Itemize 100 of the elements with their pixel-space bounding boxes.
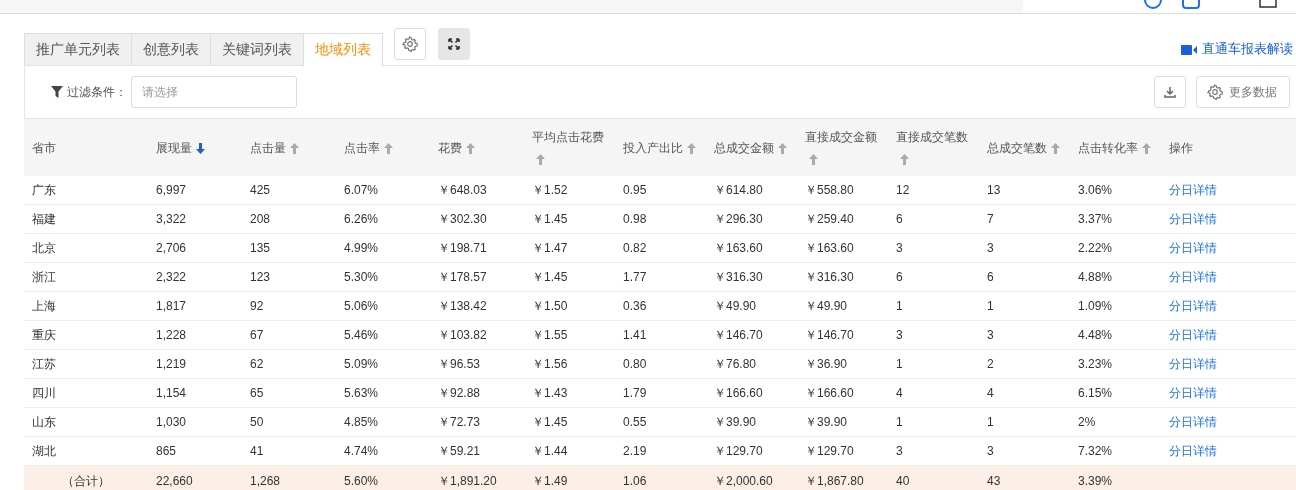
table-cell: 67: [250, 328, 264, 342]
table-cell: 6.26%: [344, 212, 379, 226]
sort-up-icon[interactable]: [1051, 142, 1060, 154]
daily-detail-link[interactable]: 分日详情: [1169, 385, 1217, 400]
table-cell: 1.41: [623, 328, 647, 342]
table-cell: 1,219: [156, 357, 187, 371]
sort-up-icon[interactable]: [778, 142, 787, 154]
table-cell: 江苏: [32, 356, 56, 371]
table-cell: 湖北: [32, 443, 56, 458]
column-header[interactable]: 直接成交笔数: [896, 129, 968, 144]
table-cell: 5.63%: [344, 386, 379, 400]
daily-detail-link[interactable]: 分日详情: [1169, 240, 1217, 255]
table-cell: ￥36.90: [805, 356, 848, 371]
daily-detail-link[interactable]: 分日详情: [1169, 269, 1217, 284]
daily-detail-link[interactable]: 分日详情: [1169, 356, 1217, 371]
table-cell: ￥103.82: [438, 327, 487, 342]
table-cell: ￥163.60: [805, 240, 854, 255]
sort-up-icon[interactable]: [1142, 142, 1151, 154]
sort-up-icon[interactable]: [466, 142, 475, 154]
table-cell: 4.88%: [1078, 270, 1113, 284]
daily-detail-link[interactable]: 分日详情: [1169, 298, 1217, 313]
column-header[interactable]: 总成交金额: [714, 140, 774, 155]
sort-up-icon[interactable]: [687, 142, 696, 154]
table-cell: 上海: [32, 298, 56, 313]
sort-up-icon[interactable]: [900, 153, 909, 165]
table-cell: 4.99%: [344, 241, 379, 255]
table-cell: 208: [250, 212, 271, 226]
daily-detail-link[interactable]: 分日详情: [1169, 443, 1217, 458]
fullscreen-button[interactable]: [438, 28, 470, 60]
table-cell: ￥146.70: [714, 327, 763, 342]
fullscreen-icon: [448, 38, 460, 50]
table-cell: ￥49.90: [714, 298, 757, 313]
table-cell: ￥166.60: [714, 385, 763, 400]
table-cell: ￥76.80: [714, 356, 757, 371]
table-cell: 1: [987, 415, 994, 429]
column-header[interactable]: 投入产出比: [623, 140, 683, 155]
total-cell: ￥2,000.60: [714, 473, 773, 488]
table-cell: 4.85%: [344, 415, 379, 429]
table-cell: 1,228: [156, 328, 187, 342]
column-header[interactable]: 点击率: [344, 140, 380, 155]
table-cell: 2,322: [156, 270, 187, 284]
table-cell: 425: [250, 183, 271, 197]
column-header[interactable]: 点击量: [250, 140, 286, 155]
column-header[interactable]: 点击转化率: [1078, 140, 1138, 155]
tab[interactable]: 关键词列表: [210, 33, 304, 65]
table-cell: 6: [987, 270, 994, 284]
table-cell: ￥96.53: [438, 356, 481, 371]
table-cell: 5.30%: [344, 270, 379, 284]
tab[interactable]: 推广单元列表: [24, 33, 132, 65]
filter-label: 过滤条件：: [67, 83, 127, 101]
table-cell: 0.95: [623, 183, 647, 197]
table-cell: 1.77: [623, 270, 647, 284]
sort-up-icon[interactable]: [384, 142, 393, 154]
table-cell: ￥259.40: [805, 211, 854, 226]
table-cell: ￥39.90: [714, 414, 757, 429]
table-cell: 1,154: [156, 386, 187, 400]
table-cell: 1: [896, 357, 903, 371]
daily-detail-link[interactable]: 分日详情: [1169, 182, 1217, 197]
total-cell: 43: [987, 474, 1001, 488]
sort-up-icon[interactable]: [536, 153, 545, 165]
table-cell: 3: [987, 241, 994, 255]
table-cell: 1: [896, 415, 903, 429]
sort-up-icon[interactable]: [290, 142, 299, 154]
table-cell: 0.98: [623, 212, 647, 226]
table-cell: 福建: [32, 211, 56, 226]
more-data-button[interactable]: 更多数据: [1196, 76, 1290, 108]
tab[interactable]: 创意列表: [131, 33, 211, 65]
table-cell: ￥1.50: [532, 298, 568, 313]
daily-detail-link[interactable]: 分日详情: [1169, 414, 1217, 429]
table-cell: 1.09%: [1078, 299, 1113, 313]
table-cell: 1: [987, 299, 994, 313]
table-cell: 3.23%: [1078, 357, 1113, 371]
filter-select[interactable]: 请选择: [131, 76, 297, 108]
column-header[interactable]: 展现量: [156, 140, 192, 155]
table-cell: 1: [896, 299, 903, 313]
table-cell: 0.82: [623, 241, 647, 255]
daily-detail-link[interactable]: 分日详情: [1169, 327, 1217, 342]
table-cell: ￥146.70: [805, 327, 854, 342]
table-cell: 0.36: [623, 299, 647, 313]
video-camera-icon: [1181, 43, 1197, 56]
download-icon: [1164, 86, 1176, 98]
table-cell: 2: [987, 357, 994, 371]
sort-down-icon[interactable]: [196, 142, 205, 154]
table-cell: ￥558.80: [805, 182, 854, 197]
column-header[interactable]: 直接成交金额: [805, 129, 877, 144]
settings-button[interactable]: [394, 28, 426, 60]
table-cell: 四川: [32, 385, 56, 400]
daily-detail-link[interactable]: 分日详情: [1169, 211, 1217, 226]
table-cell: 重庆: [32, 327, 56, 342]
video-link[interactable]: 直通车报表解读: [1202, 41, 1293, 58]
table-cell: 3.06%: [1078, 183, 1113, 197]
download-button[interactable]: [1154, 76, 1186, 108]
table-cell: ￥129.70: [714, 443, 763, 458]
sort-up-icon[interactable]: [809, 153, 818, 165]
column-header[interactable]: 总成交笔数: [987, 140, 1047, 155]
table-cell: 3: [896, 328, 903, 342]
column-header[interactable]: 花费: [438, 140, 462, 155]
column-header[interactable]: 平均点击花费: [532, 129, 604, 144]
table-cell: 0.80: [623, 357, 647, 371]
table-cell: 3: [987, 328, 994, 342]
